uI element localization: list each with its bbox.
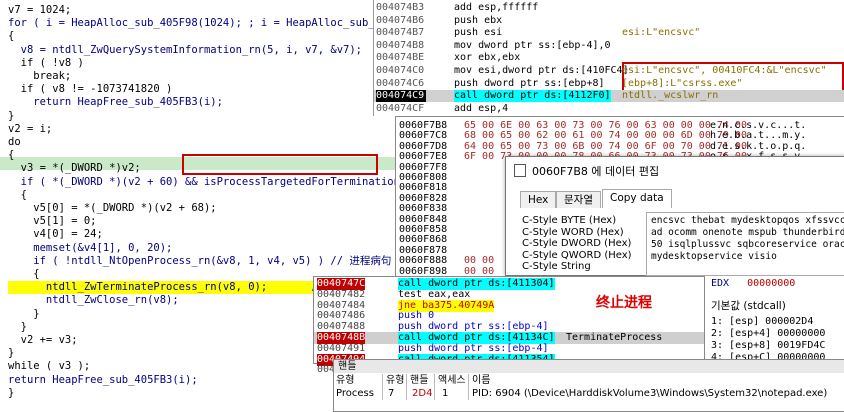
code-line: memset(&v4[1], 0, 20); [8,241,173,254]
asm-address: 004074BE [376,52,425,64]
code-line: } [8,109,15,122]
asm-address: 004074CF [376,102,425,114]
cell-name[interactable]: PID: 6904 (\Device\HarddiskVolume3\Windo… [472,387,827,400]
asm-instruction: add esp,ffffff [454,2,539,13]
asm-row[interactable]: 004074B8 mov dword ptr ss:[ebp-4],0 [374,40,844,52]
code-line: if ( !ntdll_NtOpenProcess_rn(&v8, 1, v4,… [8,254,392,267]
code-line: } [8,307,40,320]
edit-data-dialog[interactable]: 0060F7B8 에 데이터 편집 Hex 문자열 Copy data C-St… [505,156,844,276]
asm-row[interactable]: 004074C9 call dword ptr ds:[4112F0] ntdll.… [374,90,844,103]
tab-string[interactable]: 문자열 [556,191,601,208]
asm-address: 004074C0 [376,65,425,76]
asm-comment: [ebp+8]:L"csrss.exe" [622,77,743,89]
code-line: v7 = 1024; [8,4,72,16]
register-edx: EDX 00000000 [711,278,796,289]
code-line: if ( *(_DWORD *)(v2 + 60) && isProcessTa… [8,175,438,188]
code-line: break; [8,70,72,82]
option-qword[interactable]: C-Style QWORD (Hex) [522,250,632,262]
asm-comment: ntdll._wcslwr_rn [622,90,719,102]
code-line: } [8,320,27,333]
code-line: { [8,188,27,201]
asm-row[interactable]: 004074C6 push dword ptr ss:[ebp+8] [ebp+8]… [374,78,844,90]
disassembly-panel-bottom[interactable]: 0040747C call dword ptr ds:[411304] 004074… [313,276,706,375]
asm-instruction: add esp,4 [454,102,509,114]
cell-type-num[interactable]: 7 [388,387,394,400]
handles-panel[interactable]: 핸들 유형 유형 핸들 액세스 이름 Process 7 2D4 1 PID: … [333,359,844,412]
code-line: while ( v3 ); [8,360,91,373]
code-line: { [8,30,15,43]
stack-row: 3: [esp+8] 0019FD4C [711,340,826,351]
asm-address: 004074B7 [376,27,425,39]
col-header-name[interactable]: 이름 [472,374,490,387]
code-line: v4[0] = 24; [8,228,103,241]
dialog-title: 0060F7B8 에 데이터 편집 [532,165,660,178]
asm-instruction: call dword ptr ds:[4112F0] [454,90,611,103]
asm-row[interactable]: 004074C0 mov esi,dword ptr ds:[410FC4] esi… [374,65,844,77]
asm-row[interactable]: 004074B6 push ebx [374,15,844,27]
asm-address: 004074C9 [376,90,426,103]
asm-instruction: xor ebx,ebx [454,52,521,64]
asm-instruction: push ebx [454,14,503,26]
stack-panel[interactable]: EDX 00000000 기본값 (stdcall) 1: [esp] 0000… [704,276,844,363]
function-highlight-box [182,154,378,175]
stack-row: 2: [esp+4] 00000000 [711,328,826,339]
cell-handle[interactable]: 2D4 [412,387,432,400]
code-line: do [8,136,21,148]
terminate-annotation: 终止进程 [596,295,652,311]
copy-data-textarea[interactable]: encsvc thebat mydesktopqos xfssvcc ad oc… [646,212,844,276]
code-line: if ( v8 != -1073741820 ) [8,83,173,96]
asm-instruction: push esi [454,27,503,39]
code-line: v3 = *(_DWORD *)v2; [8,162,141,175]
copy-format-list[interactable]: C-Style BYTE (Hex) C-Style WORD (Hex) C-… [522,215,632,273]
option-byte[interactable]: C-Style BYTE (Hex) [522,215,632,227]
asm-comment: esi:L"encsvc", 00410FC4:&L"encsvc" [622,65,827,76]
cell-type[interactable]: Process [336,387,374,400]
col-header-type[interactable]: 유형 [336,374,354,387]
code-line: v2 += v3; [8,334,78,346]
stack-row: 1: [esp] 000002D4 [711,316,814,327]
asm-instruction: mov esi,dword ptr ds:[410FC4] [454,65,629,76]
document-icon [514,164,526,177]
handles-title: 핸들 [334,360,844,373]
asm-row[interactable]: 004074BE xor ebx,ebx [374,52,844,64]
code-line: v8 = ntdll_ZwQuerySystemInformation_rn(5… [8,43,363,56]
asm-address: 004074B6 [376,14,425,26]
asm-row[interactable]: 004074B3 add esp,ffffff [374,2,844,14]
code-line: } [8,347,15,360]
code-line: return HeapFree_sub_405FB3(i); [8,96,223,109]
option-word[interactable]: C-Style WORD (Hex) [522,227,632,239]
option-string[interactable]: C-Style String [522,261,632,273]
col-header-type-num[interactable]: 유형 [386,374,404,387]
asm-comment: esi:L"encsvc" [622,27,701,39]
code-line: v5[0] = *(_DWORD *)(v2 + 68); [8,202,217,214]
tab-copy-data[interactable]: Copy data [602,189,672,208]
asm-instruction: push dword ptr ss:[ebp+8] [454,77,605,89]
asm-address: 004074B3 [376,2,425,13]
code-line: } [8,386,15,399]
col-header-handle[interactable]: 핸들 [410,374,428,387]
col-header-access[interactable]: 액세스 [438,374,466,387]
call-convention-label: 기본값 (stdcall) [711,300,786,312]
asm-row[interactable]: 004074B7 push esi esi:L"encsvc" [374,27,844,39]
option-dword[interactable]: C-Style DWORD (Hex) [522,238,632,250]
asm-instruction: mov dword ptr ss:[ebp-4],0 [454,39,611,51]
disassembly-panel-top[interactable]: 004074B3 add esp,ffffff 004074B6 push ebx 00… [373,0,844,116]
asm-address: 004074B8 [376,39,425,51]
tab-hex[interactable]: Hex [520,191,557,208]
code-line: ntdll_ZwClose_rn(v8); [8,294,179,307]
code-line: if ( !v8 ) [8,56,84,69]
asm-row[interactable]: 004074CF add esp,4 [374,103,844,115]
code-line: v5[1] = 0; [8,215,97,228]
asm-address: 004074C6 [376,77,425,89]
code-line: return HeapFree_sub_405FB3(i); [8,373,198,386]
code-line: v2 = i; [8,122,53,135]
code-line: { [8,268,40,280]
code-line: { [8,149,15,162]
cell-access[interactable]: 1 [442,387,448,400]
